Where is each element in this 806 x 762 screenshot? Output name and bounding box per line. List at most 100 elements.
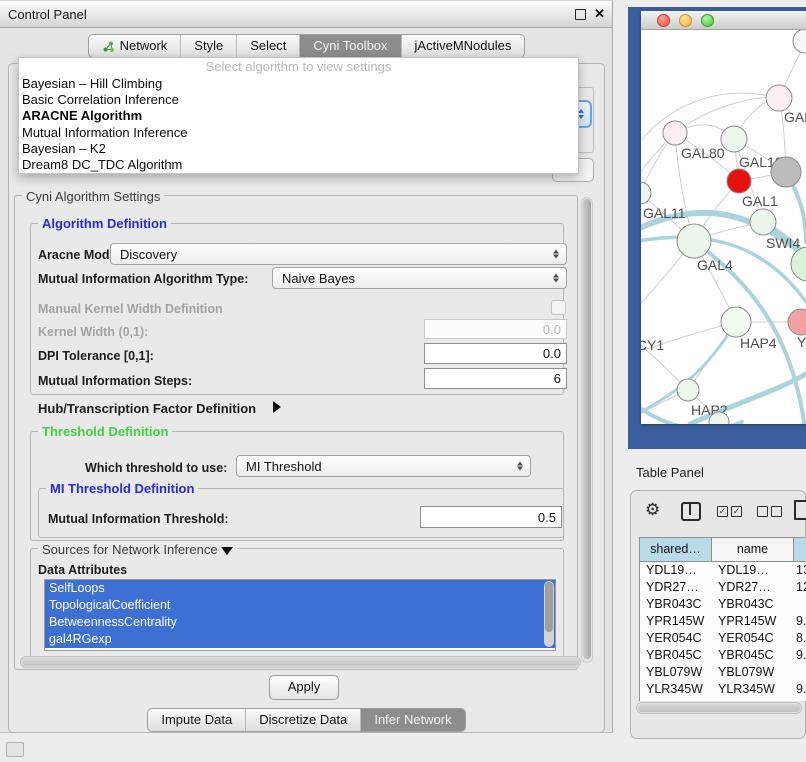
table-column-header[interactable]: [794, 538, 806, 562]
network-node[interactable]: [791, 247, 806, 281]
data-attributes-label: Data Attributes: [38, 563, 127, 577]
scrollbar-thumb[interactable]: [583, 199, 591, 659]
combo-stepper-icon: [553, 250, 559, 259]
mac-minimize-button[interactable]: [679, 14, 692, 27]
settings-scrollbar[interactable]: [581, 197, 593, 663]
manual-kernel-checkbox[interactable]: [551, 300, 566, 315]
mi-steps-field[interactable]: [424, 368, 567, 389]
table-cell: YBR045C: [640, 647, 712, 664]
network-node[interactable]: [677, 379, 699, 401]
network-node[interactable]: [766, 85, 792, 111]
table-row[interactable]: YDL19…YDL19…13: [640, 562, 806, 579]
table-row[interactable]: YBR045CYBR045C9.: [640, 647, 806, 664]
aracne-mode-combo[interactable]: Discovery: [110, 243, 567, 265]
which-threshold-combo[interactable]: MI Threshold: [236, 455, 531, 477]
tab-label: Network: [120, 35, 168, 57]
mi-threshold-field[interactable]: [420, 506, 562, 528]
hub-section-label[interactable]: Hub/Transcription Factor Definition: [38, 401, 256, 416]
table-cell: 9.: [794, 647, 806, 664]
attribute-item[interactable]: SelfLoops: [45, 580, 555, 597]
tab-infer-network[interactable]: Infer Network: [360, 709, 464, 731]
kernel-width-field[interactable]: [424, 319, 567, 339]
table-row[interactable]: YBR043CYBR043C: [640, 596, 806, 613]
table-cell: YER054C: [640, 630, 712, 647]
mi-steps-label: Mutual Information Steps:: [38, 374, 192, 388]
network-node[interactable]: [750, 209, 776, 235]
dpi-tolerance-field[interactable]: [424, 343, 567, 364]
table-row[interactable]: YDR27…YDR27…12: [640, 579, 806, 596]
scrollbar-thumb[interactable]: [638, 704, 800, 712]
algorithm-option[interactable]: Basic Correlation Inference: [19, 92, 578, 108]
table-row[interactable]: YBL079WYBL079W: [640, 664, 806, 681]
network-node[interactable]: [677, 224, 711, 258]
tab-impute-data[interactable]: Impute Data: [148, 709, 245, 731]
table-column-header[interactable]: name: [712, 538, 794, 562]
network-node[interactable]: [727, 169, 751, 193]
algorithm-option[interactable]: Bayesian – Hill Climbing: [19, 76, 578, 92]
network-node-label: GAL: [784, 109, 806, 125]
table-cell: YBL079W: [640, 664, 712, 681]
collapse-down-icon[interactable]: [221, 547, 233, 555]
network-node-label: HAP4: [740, 335, 777, 351]
columns-icon[interactable]: [681, 502, 701, 521]
export-table-icon[interactable]: [794, 500, 806, 520]
attribute-item[interactable]: gal4RGexp: [45, 631, 555, 648]
table-cell: 9.: [794, 613, 806, 630]
table-row[interactable]: YPR145WYPR145W9.: [640, 613, 806, 630]
tab-discretize-data[interactable]: Discretize Data: [245, 709, 360, 731]
control-panel-titlebar[interactable]: Control Panel ✕: [0, 1, 612, 28]
network-node[interactable]: [721, 307, 751, 337]
select-all-checkbox-icon[interactable]: ✓: [731, 506, 742, 517]
data-attributes-list[interactable]: SelfLoopsTopologicalCoefficientBetweenne…: [44, 579, 556, 651]
node-table: shared…name YDL19…YDL19…13YDR27…YDR27…12…: [639, 537, 806, 701]
combo-stepper-icon: [553, 274, 559, 283]
network-node[interactable]: [663, 121, 687, 145]
network-node[interactable]: [771, 157, 801, 187]
select-all-checkbox-icon[interactable]: ✓: [717, 506, 728, 517]
settings-horizontal-scrollbar[interactable]: [20, 656, 581, 668]
mac-zoom-button[interactable]: [701, 14, 714, 27]
float-window-icon[interactable]: [575, 9, 586, 20]
attribute-list-scrollbar[interactable]: [544, 581, 554, 647]
network-node[interactable]: [788, 309, 806, 335]
network-window-titlebar[interactable]: [641, 11, 806, 30]
deselect-all-checkbox-icon[interactable]: [771, 506, 782, 517]
table-horizontal-scrollbar[interactable]: [636, 702, 802, 714]
algorithm-option[interactable]: Bayesian – K2: [19, 141, 578, 157]
table-cell: YDR27…: [712, 579, 794, 596]
network-node[interactable]: [793, 30, 806, 53]
table-panel-title: Table Panel: [636, 465, 704, 480]
table-cell: 9.: [794, 698, 806, 701]
table-cell: YPR145W: [640, 613, 712, 630]
mi-type-combo[interactable]: Naive Bayes: [272, 267, 567, 289]
table-row[interactable]: YLR345WYLR345W9.: [640, 681, 806, 698]
network-node-label: GCY1: [641, 337, 664, 353]
tab-select[interactable]: Select: [236, 35, 299, 57]
deselect-all-checkbox-icon[interactable]: [757, 506, 768, 517]
mi-type-label: Mutual Information Algorithm Type:: [38, 272, 248, 286]
scrollbar-thumb[interactable]: [545, 582, 553, 632]
table-row[interactable]: YIL052CYIL052C9.: [640, 698, 806, 701]
algorithm-option[interactable]: Dream8 DC_TDC Algorithm: [19, 157, 578, 173]
tab-style[interactable]: Style: [180, 35, 236, 57]
algorithm-option[interactable]: Mutual Information Inference: [19, 125, 578, 141]
network-node[interactable]: [721, 126, 747, 152]
collapsed-panel-widget[interactable]: [6, 742, 24, 757]
gear-icon[interactable]: ⚙: [645, 500, 660, 520]
table-column-header[interactable]: shared…: [640, 538, 712, 562]
mac-close-button[interactable]: [657, 14, 670, 27]
close-icon[interactable]: ✕: [594, 6, 605, 22]
tab-cyni-toolbox[interactable]: Cyni Toolbox: [299, 35, 400, 57]
apply-button[interactable]: Apply: [269, 675, 339, 700]
network-canvas[interactable]: GALGAL80GAL10GAL1GAL11SWI4GAL4GCY1HAP4YH…: [641, 30, 806, 424]
attribute-item[interactable]: TopologicalCoefficient: [45, 597, 555, 614]
tab-network[interactable]: Network: [89, 35, 181, 57]
sources-group-title[interactable]: Sources for Network Inference: [38, 542, 237, 557]
scrollbar-thumb[interactable]: [22, 658, 579, 666]
table-row[interactable]: YER054CYER054C8.: [640, 630, 806, 647]
algorithm-option[interactable]: ARACNE Algorithm: [19, 108, 578, 124]
network-node[interactable]: [641, 182, 651, 204]
mi-threshold-label: Mutual Information Threshold:: [48, 512, 229, 526]
tab-jactivemnodules[interactable]: jActiveMNodules: [401, 35, 525, 57]
attribute-item[interactable]: BetweennessCentrality: [45, 614, 555, 631]
